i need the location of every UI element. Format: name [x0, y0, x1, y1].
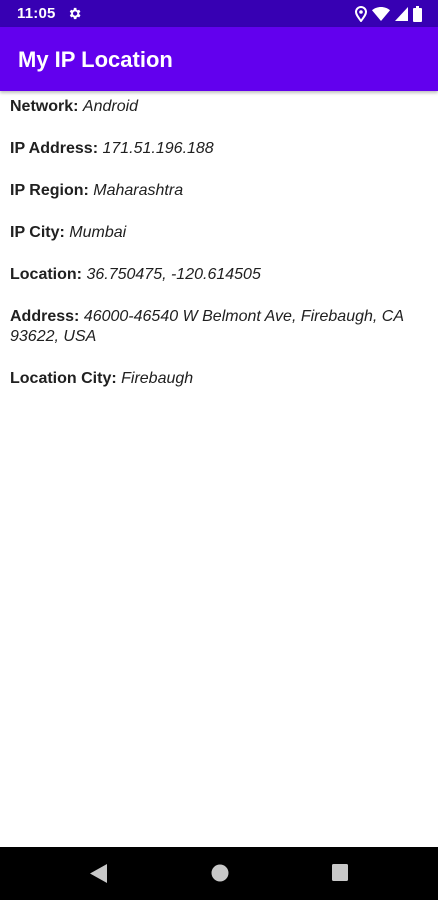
app-title: My IP Location — [18, 47, 173, 72]
recents-icon[interactable] — [332, 864, 348, 886]
info-list: Network: Android IP Address: 171.51.196.… — [10, 97, 428, 411]
status-icons — [355, 5, 422, 23]
info-value: 171.51.196.188 — [102, 140, 214, 157]
info-row-ip-region: IP Region: Maharashtra — [10, 181, 428, 201]
info-label: IP Region: — [10, 182, 89, 199]
info-label: Address: — [10, 308, 80, 325]
battery-icon — [413, 6, 422, 22]
home-icon[interactable] — [211, 864, 229, 887]
info-label: IP City: — [10, 224, 65, 241]
info-value: Firebaugh — [121, 370, 194, 387]
navigation-bar — [0, 847, 438, 900]
info-value: 36.750475, -120.614505 — [86, 266, 261, 283]
info-label: Location City: — [10, 370, 117, 387]
info-value: Android — [82, 98, 139, 115]
location-icon — [355, 6, 367, 22]
info-label: Network: — [10, 98, 79, 115]
info-row-location: Location: 36.750475, -120.614505 — [10, 265, 428, 285]
info-row-location-city: Location City: Firebaugh — [10, 369, 428, 389]
info-row-ip-city: IP City: Mumbai — [10, 223, 428, 243]
info-row-network: Network: Android — [10, 97, 428, 117]
info-label: Location: — [10, 266, 82, 283]
status-bar: 11:05 — [0, 0, 438, 27]
info-value: Mumbai — [69, 224, 127, 241]
info-row-ip-address: IP Address: 171.51.196.188 — [10, 139, 428, 159]
app-bar: My IP Location — [0, 27, 438, 91]
info-label: IP Address: — [10, 140, 99, 157]
gear-icon — [67, 6, 82, 21]
info-row-address: Address: 46000-46540 W Belmont Ave, Fire… — [10, 307, 428, 347]
signal-icon — [395, 7, 408, 21]
status-time: 11:05 — [17, 5, 56, 22]
info-value: Maharashtra — [93, 182, 184, 199]
wifi-icon — [372, 7, 390, 21]
back-icon[interactable] — [90, 864, 107, 888]
